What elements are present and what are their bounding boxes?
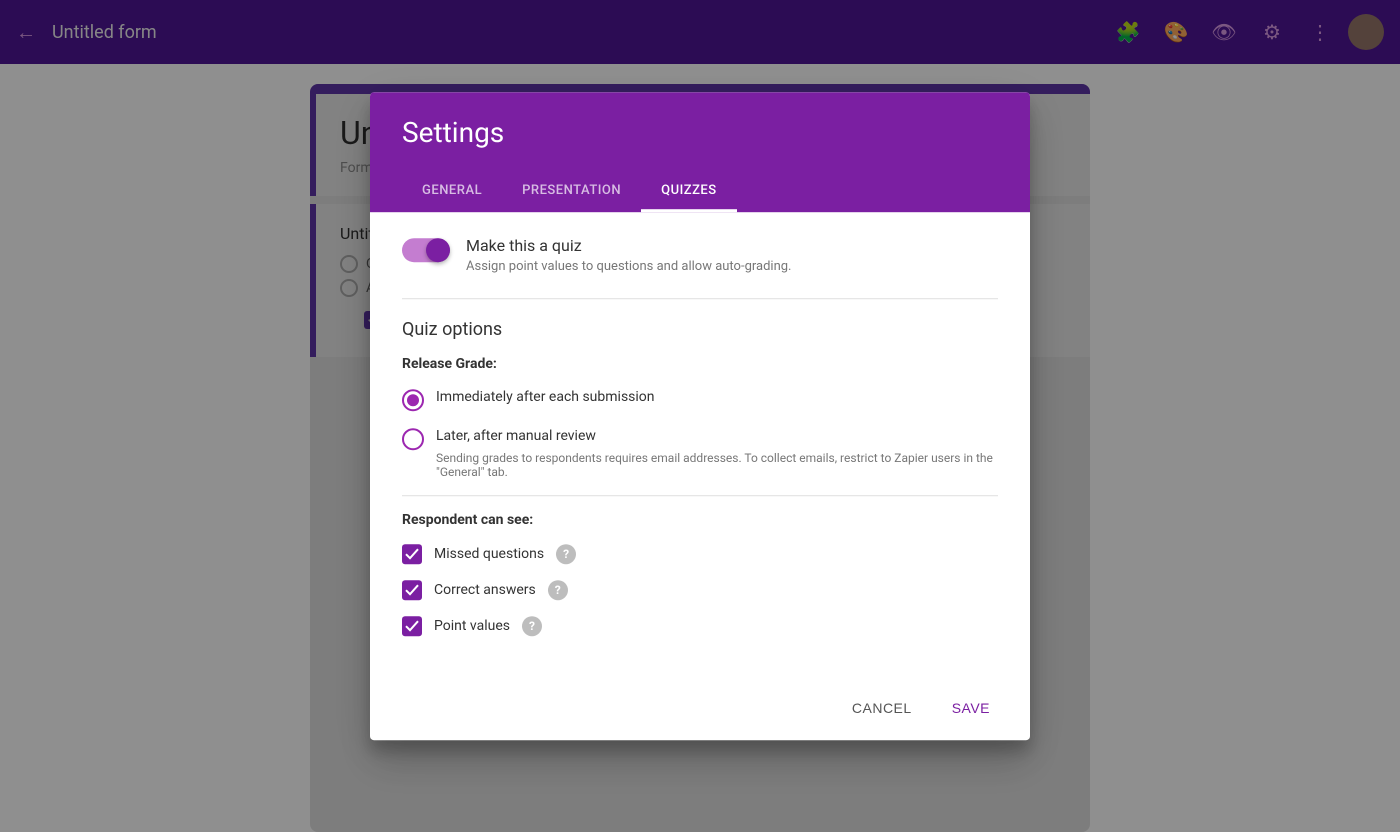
toggle-text: Make this a quiz Assign point values to … <box>466 236 792 274</box>
radio-later-label: Later, after manual review <box>436 427 998 447</box>
quiz-options-heading: Quiz options <box>402 319 998 340</box>
toggle-sublabel: Assign point values to questions and all… <box>466 259 792 274</box>
release-grade-label: Release Grade: <box>402 356 998 372</box>
modal-header: Settings GENERAL PRESENTATION QUIZZES <box>370 92 1030 212</box>
checkbox-points-box <box>402 616 422 636</box>
checkbox-points[interactable]: Point values ? <box>402 616 998 636</box>
cancel-button[interactable]: CANCEL <box>836 692 928 724</box>
checkbox-correct-label: Correct answers <box>434 582 536 598</box>
tab-general[interactable]: GENERAL <box>402 169 502 212</box>
make-quiz-toggle-row: Make this a quiz Assign point values to … <box>402 236 998 299</box>
respondent-can-see-label: Respondent can see: <box>402 512 998 528</box>
radio-immediately-text: Immediately after each submission <box>436 388 655 408</box>
radio-later-circle <box>402 428 424 450</box>
checkbox-missed[interactable]: Missed questions ? <box>402 544 998 564</box>
radio-immediately[interactable]: Immediately after each submission <box>402 388 998 411</box>
divider <box>402 495 998 496</box>
settings-modal: Settings GENERAL PRESENTATION QUIZZES Ma… <box>370 92 1030 740</box>
correct-help-icon[interactable]: ? <box>548 580 568 600</box>
tab-presentation[interactable]: PRESENTATION <box>502 169 641 212</box>
missed-help-icon[interactable]: ? <box>556 544 576 564</box>
radio-immediately-label: Immediately after each submission <box>436 388 655 408</box>
radio-later[interactable]: Later, after manual review Sending grade… <box>402 427 998 479</box>
tab-quizzes[interactable]: QUIZZES <box>641 169 737 212</box>
modal-body: Make this a quiz Assign point values to … <box>370 212 1030 676</box>
points-help-icon[interactable]: ? <box>522 616 542 636</box>
checkbox-correct-box <box>402 580 422 600</box>
radio-immediately-circle <box>402 389 424 411</box>
make-quiz-toggle[interactable] <box>402 238 450 262</box>
checkbox-points-label: Point values <box>434 618 510 634</box>
checkbox-correct[interactable]: Correct answers ? <box>402 580 998 600</box>
toggle-thumb <box>426 238 450 262</box>
modal-title: Settings <box>402 116 998 149</box>
checkbox-missed-box <box>402 544 422 564</box>
checkbox-missed-label: Missed questions <box>434 546 544 562</box>
radio-later-sublabel: Sending grades to respondents requires e… <box>436 451 998 479</box>
toggle-label: Make this a quiz <box>466 236 792 255</box>
save-button[interactable]: SAVE <box>936 692 1006 724</box>
modal-footer: CANCEL SAVE <box>370 676 1030 740</box>
radio-later-text: Later, after manual review Sending grade… <box>436 427 998 479</box>
modal-tabs: GENERAL PRESENTATION QUIZZES <box>402 169 998 212</box>
